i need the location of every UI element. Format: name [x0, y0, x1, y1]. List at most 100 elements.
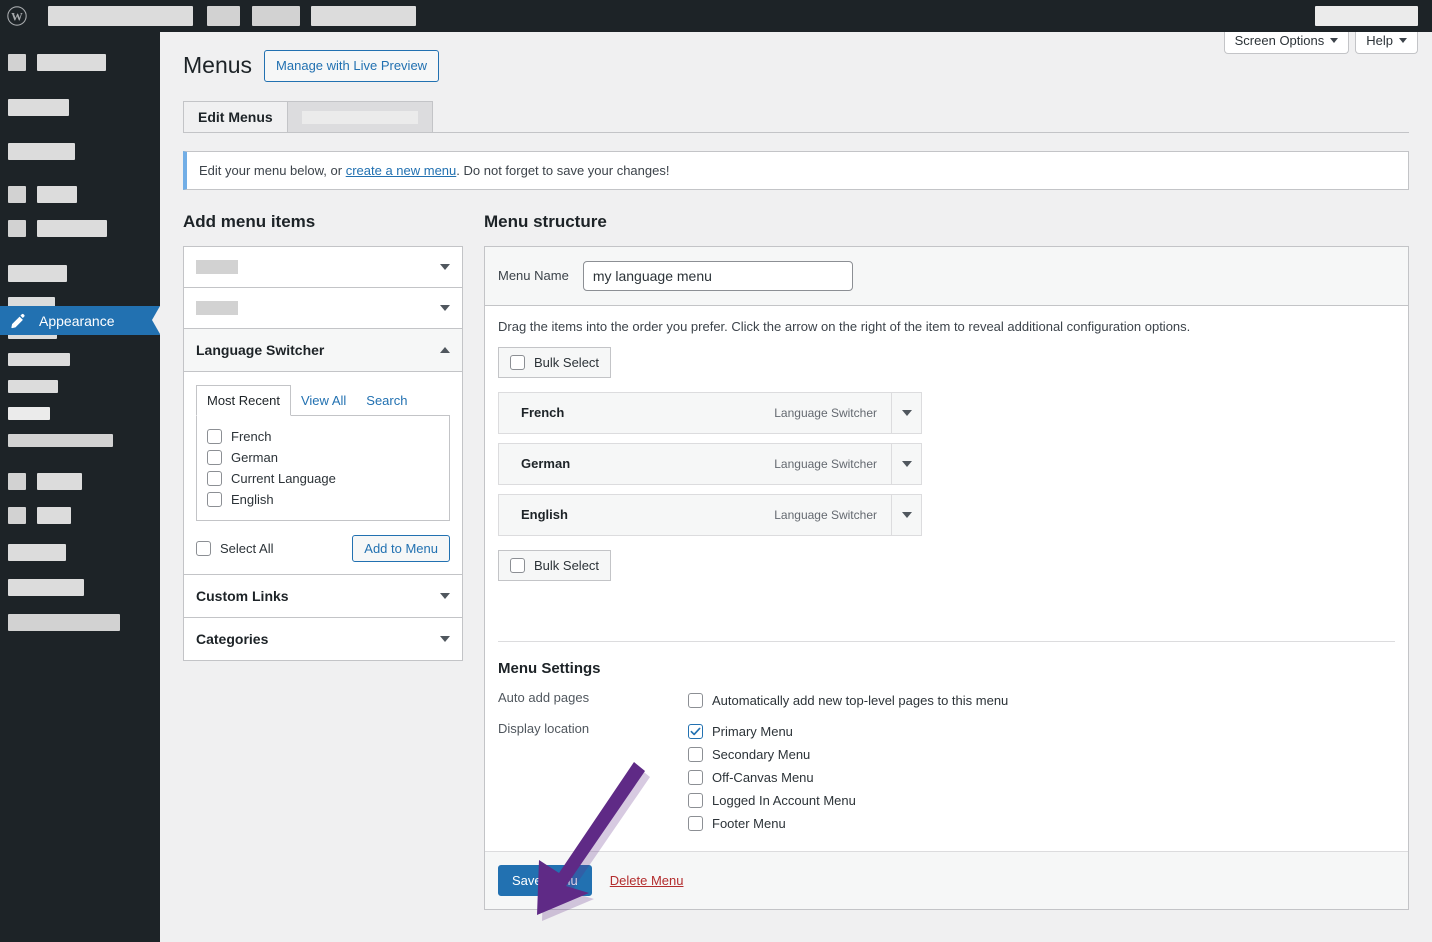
checkbox-logged-in-account-menu[interactable]: [688, 792, 703, 808]
manage-with-live-preview-button[interactable]: Manage with Live Preview: [264, 50, 440, 82]
accordion-header-categories[interactable]: Categories: [184, 618, 462, 660]
sidebar-item-redacted-2[interactable]: [0, 99, 160, 116]
sidebar-item-redacted-5[interactable]: [0, 220, 160, 237]
sidebar-label-redacted-9: [8, 544, 66, 561]
checkbox-bulk-select-bottom[interactable]: [510, 557, 525, 573]
menu-actions-bar: Save Menu Delete Menu: [485, 850, 1408, 909]
checkbox-secondary-menu[interactable]: [688, 746, 703, 762]
list-item[interactable]: German: [207, 447, 439, 468]
sidebar-item-redacted-1[interactable]: [0, 54, 160, 71]
checkbox-auto-add-pages[interactable]: [688, 692, 703, 708]
checkbox-english[interactable]: [207, 491, 222, 507]
menu-item-type: Language Switcher: [774, 405, 877, 420]
help-button[interactable]: Help: [1355, 32, 1418, 54]
add-menu-items-accordion: Language Switcher Most Recent View All S…: [183, 245, 463, 661]
location-option-logged-in-account-menu[interactable]: Logged In Account Menu: [688, 789, 856, 812]
list-item[interactable]: French: [207, 426, 439, 447]
chevron-down-icon: [440, 304, 450, 311]
location-option-footer-menu[interactable]: Footer Menu: [688, 812, 856, 835]
auto-add-pages-row: Auto add pages Automatically add new top…: [498, 689, 1395, 712]
checkbox-french[interactable]: [207, 428, 222, 444]
sidebar-item-redacted-9[interactable]: [0, 544, 160, 561]
sidebar-item-redacted-4[interactable]: [0, 186, 160, 203]
checkbox-german[interactable]: [207, 449, 222, 465]
admin-bar: W: [0, 0, 1432, 32]
tab-most-recent[interactable]: Most Recent: [196, 384, 291, 416]
sidebar-item-redacted-6[interactable]: [0, 265, 160, 282]
accordion-title-categories: Categories: [196, 630, 269, 647]
label-current-language: Current Language: [231, 470, 336, 486]
menu-item-toggle-english[interactable]: [891, 493, 921, 536]
list-item[interactable]: Current Language: [207, 468, 439, 489]
structure-spacer: [498, 581, 1395, 641]
sidebar-icon-redacted-5: [8, 220, 26, 237]
create-new-menu-link[interactable]: create a new menu: [346, 163, 457, 178]
sidebar-item-redacted-7[interactable]: [0, 473, 160, 490]
nav-tabs: Edit Menus: [183, 100, 1432, 133]
checkbox-off-canvas-menu[interactable]: [688, 769, 703, 785]
menu-name-input[interactable]: [582, 260, 853, 291]
tab-search[interactable]: Search: [356, 386, 417, 415]
delete-menu-link[interactable]: Delete Menu: [610, 873, 684, 888]
tab-edit-menus[interactable]: Edit Menus: [183, 100, 288, 133]
sidebar-icon-redacted-8: [8, 507, 26, 524]
tab-view-all[interactable]: View All: [291, 386, 356, 415]
admin-bar-item-redacted-4[interactable]: [311, 6, 416, 26]
list-item[interactable]: English: [207, 489, 439, 510]
menu-structure-column: Menu structure Menu Name Drag the items …: [484, 212, 1409, 910]
checkbox-current-language[interactable]: [207, 470, 222, 486]
sidebar-subitem-redacted-5[interactable]: [0, 407, 160, 420]
admin-bar-item-redacted-1[interactable]: [48, 6, 193, 26]
display-location-options: Primary Menu Secondary Menu Off-Canvas M…: [688, 720, 856, 835]
accordion-header-redacted-1[interactable]: [184, 247, 462, 288]
accordion-title-redacted-2: [196, 300, 238, 315]
screen-options-label: Screen Options: [1234, 33, 1325, 48]
save-menu-button[interactable]: Save Menu: [498, 864, 592, 896]
sidebar-item-redacted-8[interactable]: [0, 507, 160, 524]
checkbox-bulk-select-top[interactable]: [510, 354, 525, 370]
tab-redacted[interactable]: [286, 100, 433, 133]
accordion-title-custom-links: Custom Links: [196, 587, 289, 604]
checkbox-primary-menu[interactable]: [688, 723, 703, 739]
add-to-menu-button[interactable]: Add to Menu: [352, 534, 450, 562]
add-menu-items-column: Add menu items Language Switcher Most Re…: [183, 212, 463, 910]
auto-add-pages-label: Auto add pages: [498, 689, 590, 705]
auto-add-pages-option[interactable]: Automatically add new top-level pages to…: [688, 689, 1008, 712]
chevron-down-icon: [440, 635, 450, 642]
sidebar-subitem-redacted-6[interactable]: [0, 434, 160, 447]
menu-settings-section: Menu Settings Auto add pages Automatical…: [498, 640, 1395, 835]
checkbox-footer-menu[interactable]: [688, 815, 703, 831]
screen-options-button[interactable]: Screen Options: [1223, 32, 1350, 54]
location-option-secondary-menu[interactable]: Secondary Menu: [688, 743, 856, 766]
menu-item-french[interactable]: French Language Switcher: [498, 391, 922, 434]
admin-bar-account-redacted[interactable]: [1315, 6, 1418, 26]
select-all-row[interactable]: Select All: [196, 538, 273, 559]
menu-item-english[interactable]: English Language Switcher: [498, 493, 922, 536]
accordion-header-custom-links[interactable]: Custom Links: [184, 575, 462, 618]
accordion-header-redacted-2[interactable]: [184, 288, 462, 329]
label-primary-menu: Primary Menu: [712, 723, 793, 739]
sidebar-label-redacted-10: [8, 579, 84, 596]
admin-bar-item-redacted-2[interactable]: [207, 6, 240, 26]
menu-item-toggle-german[interactable]: [891, 442, 921, 485]
add-menu-items-title: Add menu items: [183, 211, 316, 231]
bulk-select-top[interactable]: Bulk Select: [498, 346, 612, 378]
sidebar-item-redacted-11[interactable]: [0, 614, 160, 631]
sidebar-subitem-redacted-4[interactable]: [0, 380, 160, 393]
location-option-off-canvas-menu[interactable]: Off-Canvas Menu: [688, 766, 856, 789]
sidebar-item-redacted-3[interactable]: [0, 143, 160, 160]
wordpress-logo-icon[interactable]: W: [7, 6, 27, 26]
sidebar-item-redacted-10[interactable]: [0, 579, 160, 596]
notice-text-before: Edit your menu below, or: [199, 162, 346, 178]
menu-item-toggle-french[interactable]: [891, 391, 921, 434]
checkbox-select-all[interactable]: [196, 540, 211, 556]
admin-bar-item-redacted-3[interactable]: [252, 6, 300, 26]
bulk-select-bottom-label: Bulk Select: [534, 557, 600, 573]
location-option-primary-menu[interactable]: Primary Menu: [688, 720, 856, 743]
accordion-header-language-switcher[interactable]: Language Switcher: [184, 328, 462, 372]
sidebar-item-appearance[interactable]: Appearance: [0, 306, 160, 335]
menu-item-german[interactable]: German Language Switcher: [498, 442, 922, 485]
sidebar-subitem-redacted-3[interactable]: [0, 353, 160, 366]
tab-edit-menus-label: Edit Menus: [198, 108, 273, 125]
bulk-select-bottom[interactable]: Bulk Select: [498, 549, 612, 581]
